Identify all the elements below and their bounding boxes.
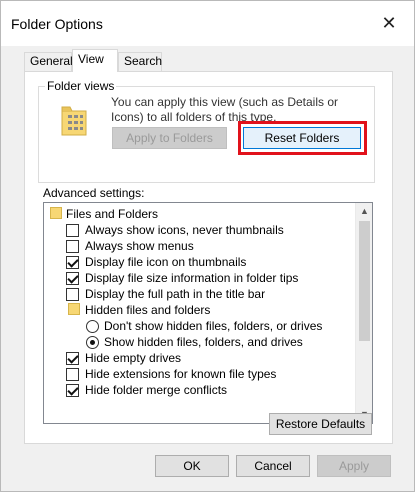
list-item-label: Hide empty drives [85, 351, 182, 365]
list-item-label: Hidden files and folders [85, 303, 211, 317]
list-item-label: Hide folder merge conflicts [85, 383, 228, 397]
list-item-label: Always show icons, never thumbnails [85, 223, 284, 237]
title-bar: Folder Options ✕ [1, 1, 414, 46]
folder-options-dialog: Folder Options ✕ General View Search Fol… [0, 0, 415, 492]
tab-general[interactable]: General [24, 52, 73, 71]
advanced-settings-label: Advanced settings: [43, 186, 145, 200]
list-item-label: Display file icon on thumbnails [85, 255, 247, 269]
checkbox[interactable] [66, 256, 79, 269]
vertical-scrollbar[interactable]: ▲ ▼ [355, 203, 372, 423]
radio-button[interactable] [86, 320, 99, 333]
checkbox[interactable] [66, 272, 79, 285]
restore-defaults-button[interactable]: Restore Defaults [269, 413, 372, 435]
list-item-label: Files and Folders [66, 207, 159, 221]
reset-folders-button[interactable]: Reset Folders [243, 127, 361, 149]
list-item-label: Hide extensions for known file types [85, 367, 277, 381]
list-item-label: Display the full path in the title bar [85, 287, 266, 301]
checkbox[interactable] [66, 368, 79, 381]
checkbox[interactable] [66, 352, 79, 365]
scroll-up-icon[interactable]: ▲ [356, 203, 372, 220]
advanced-settings-list[interactable]: Files and Folders Always show icons, nev… [43, 202, 373, 424]
folder-grid-icon [61, 106, 87, 136]
checkbox[interactable] [66, 240, 79, 253]
checkbox[interactable] [66, 224, 79, 237]
checkbox[interactable] [66, 384, 79, 397]
ok-button[interactable]: OK [155, 455, 229, 477]
scroll-thumb[interactable] [359, 221, 370, 341]
list-item-label: Don't show hidden files, folders, or dri… [104, 319, 323, 333]
folder-icon [68, 303, 80, 315]
cancel-button[interactable]: Cancel [236, 455, 310, 477]
folder-views-title: Folder views [45, 79, 117, 93]
folder-views-group: Folder views You can apply this view (su… [38, 79, 375, 183]
tab-view[interactable]: View [72, 49, 118, 72]
list-item-label: Show hidden files, folders, and drives [104, 335, 303, 349]
view-tab-panel: Folder views You can apply this view (su… [24, 71, 393, 444]
apply-to-folders-button[interactable]: Apply to Folders [112, 127, 227, 149]
radio-button[interactable] [86, 336, 99, 349]
tab-search[interactable]: Search [118, 52, 162, 71]
list-item-label: Display file size information in folder … [85, 271, 299, 285]
window-title: Folder Options [11, 16, 103, 32]
folder-icon [50, 207, 62, 219]
list-item-label: Always show menus [85, 239, 194, 253]
close-icon[interactable]: ✕ [378, 12, 400, 34]
apply-button[interactable]: Apply [317, 455, 391, 477]
checkbox[interactable] [66, 288, 79, 301]
